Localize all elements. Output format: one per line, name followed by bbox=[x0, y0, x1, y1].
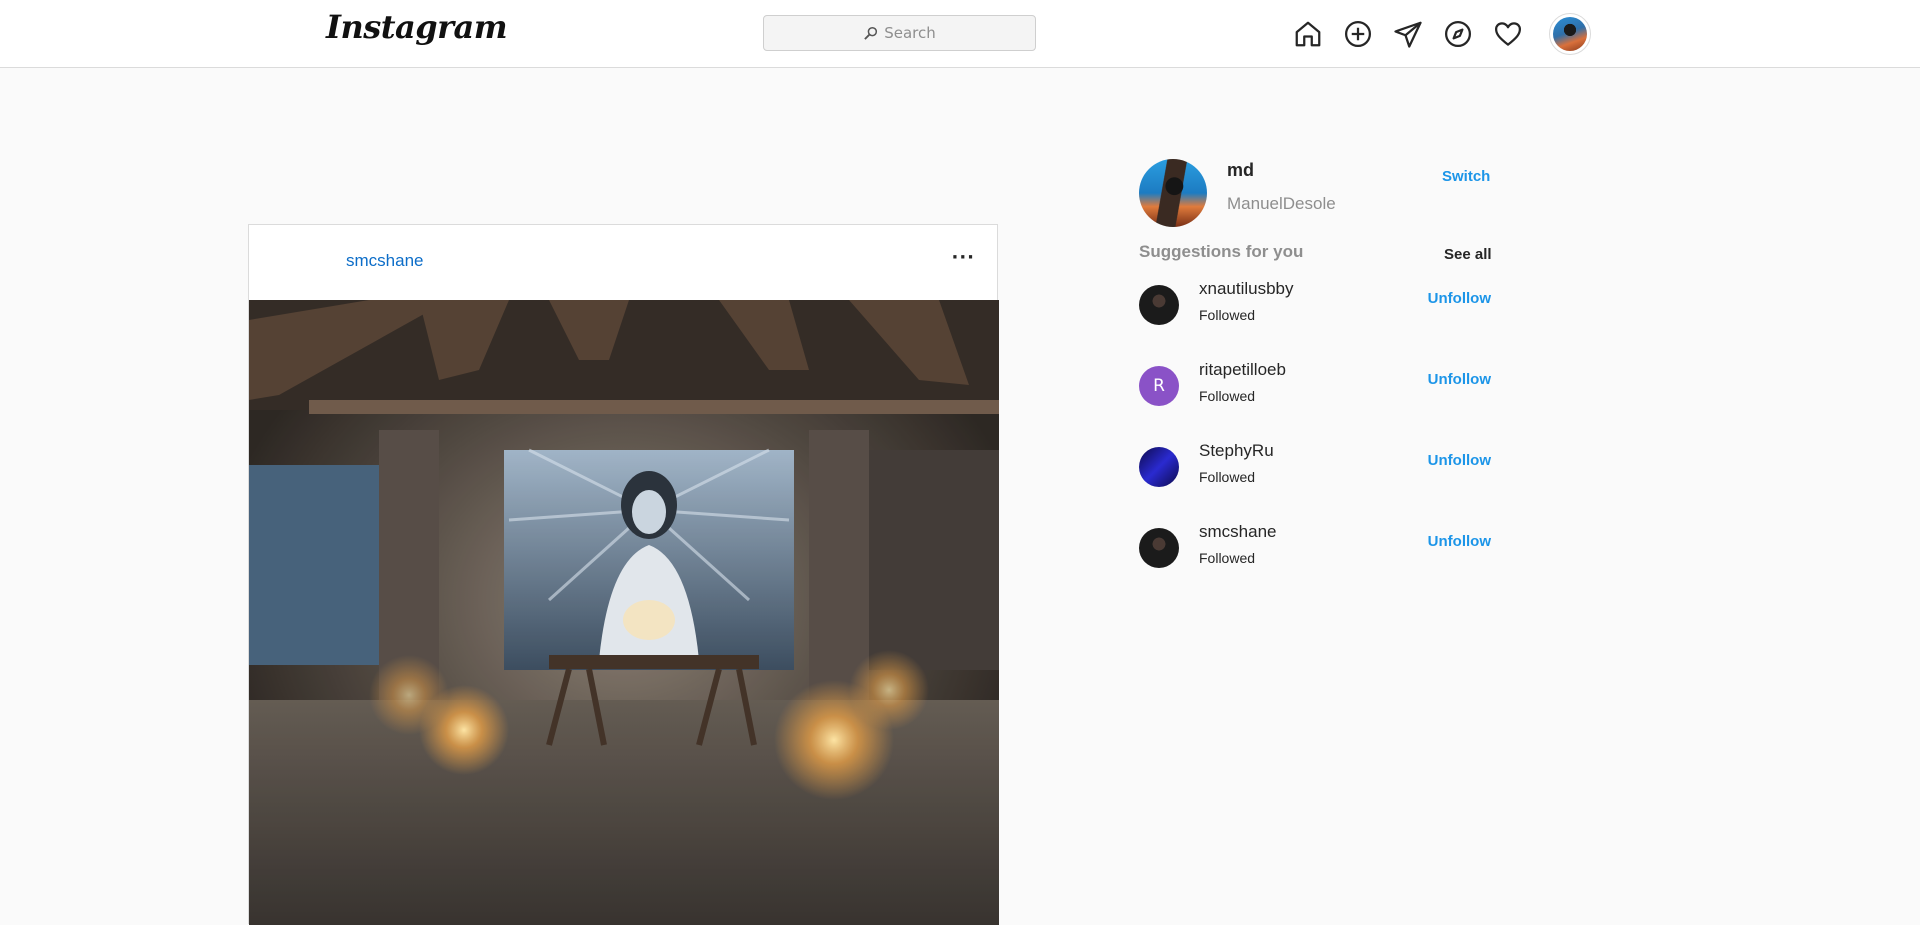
suggestion-status: Followed bbox=[1199, 388, 1256, 404]
post-image[interactable] bbox=[249, 300, 999, 925]
unfollow-button[interactable]: Unfollow bbox=[1428, 371, 1491, 388]
home-icon[interactable] bbox=[1290, 16, 1326, 52]
current-user-username[interactable]: md bbox=[1227, 160, 1254, 181]
post-username[interactable]: smcshane bbox=[346, 251, 423, 271]
more-options-icon[interactable]: ··· bbox=[951, 247, 975, 268]
current-user-fullname: ManuelDesole bbox=[1227, 194, 1336, 213]
suggestion-status: Followed bbox=[1199, 550, 1256, 566]
unfollow-button[interactable]: Unfollow bbox=[1428, 533, 1491, 550]
suggestion-avatar[interactable] bbox=[1139, 528, 1179, 568]
suggestion-username[interactable]: ritapetilloeb bbox=[1199, 360, 1286, 380]
explore-icon[interactable] bbox=[1440, 16, 1476, 52]
instagram-logo[interactable]: Instagram bbox=[326, 8, 508, 46]
see-all-link[interactable]: See all bbox=[1444, 246, 1492, 263]
unfollow-button[interactable]: Unfollow bbox=[1428, 290, 1491, 307]
search-placeholder: Search bbox=[884, 24, 936, 42]
suggestion-item: smcshane Followed Unfollow bbox=[1139, 522, 1491, 582]
search-icon bbox=[864, 26, 878, 40]
top-nav-bar: Instagram Search bbox=[0, 0, 1920, 68]
avatar-image bbox=[1553, 17, 1587, 51]
search-input[interactable]: Search bbox=[763, 15, 1036, 51]
direct-icon[interactable] bbox=[1390, 16, 1426, 52]
suggestion-status: Followed bbox=[1199, 307, 1256, 323]
new-post-icon[interactable] bbox=[1340, 16, 1376, 52]
current-user-avatar[interactable] bbox=[1139, 159, 1207, 227]
suggestion-avatar[interactable] bbox=[1139, 285, 1179, 325]
post-photo-illustration bbox=[249, 300, 999, 925]
suggestion-username[interactable]: StephyRu bbox=[1199, 441, 1274, 461]
profile-avatar[interactable] bbox=[1549, 13, 1591, 55]
switch-account-button[interactable]: Switch bbox=[1442, 168, 1490, 185]
suggestion-item: StephyRu Followed Unfollow bbox=[1139, 441, 1491, 501]
activity-icon[interactable] bbox=[1490, 16, 1526, 52]
suggestion-item: xnautilusbby Followed Unfollow bbox=[1139, 279, 1491, 339]
suggestion-avatar[interactable] bbox=[1139, 447, 1179, 487]
unfollow-button[interactable]: Unfollow bbox=[1428, 452, 1491, 469]
post-card: smcshane ··· bbox=[248, 224, 999, 925]
suggestion-avatar[interactable]: R bbox=[1139, 366, 1179, 406]
post-header: smcshane ··· bbox=[249, 225, 997, 301]
suggestion-username[interactable]: smcshane bbox=[1199, 522, 1276, 542]
suggestion-status: Followed bbox=[1199, 469, 1256, 485]
suggestion-username[interactable]: xnautilusbby bbox=[1199, 279, 1294, 299]
suggestions-title: Suggestions for you bbox=[1139, 242, 1304, 261]
suggestion-item: R ritapetilloeb Followed Unfollow bbox=[1139, 360, 1491, 420]
